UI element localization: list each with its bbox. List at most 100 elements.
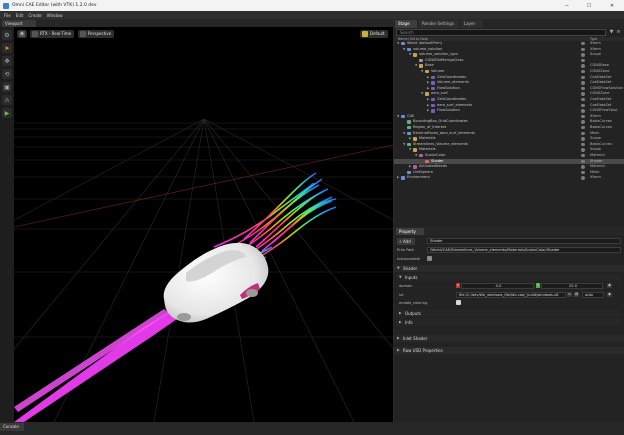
stage-search-input[interactable]: Search xyxy=(396,29,606,36)
tree-row[interactable]: ▼ Streamlines_Volume_elements BasisCurves xyxy=(394,142,624,147)
visibility-eye-icon[interactable] xyxy=(581,42,585,46)
visibility-eye-icon[interactable] xyxy=(581,126,585,130)
maximize-button[interactable]: ☐ xyxy=(578,0,600,11)
tree-row[interactable]: ▼ CAE Xform xyxy=(394,114,624,119)
tree-row[interactable]: ▼ volume_solution_vgrs Scope xyxy=(394,52,624,57)
inlet-shader-section-header[interactable]: ▶ Inlet Shader xyxy=(394,335,624,342)
filter-icon[interactable]: ▼ xyxy=(608,29,615,36)
folder-icon[interactable]: ▭ xyxy=(567,292,572,297)
visibility-eye-icon[interactable] xyxy=(581,98,585,102)
visibility-eye-icon[interactable] xyxy=(581,109,585,113)
expand-toggle-icon[interactable]: ▼ xyxy=(421,69,424,74)
minimize-button[interactable]: ─ xyxy=(556,0,578,11)
visibility-eye-icon[interactable] xyxy=(581,137,585,141)
outputs-section-header[interactable]: ▶ Outputs xyxy=(396,310,622,317)
tab-layer[interactable]: Layer xyxy=(461,20,483,28)
menu-window[interactable]: Window xyxy=(47,13,63,18)
tree-row[interactable]: CGNSFileMerrgeClass xyxy=(394,58,624,63)
tree-row[interactable]: ▼ Base CGNSBase xyxy=(394,63,624,68)
raw-usd-section-header[interactable]: ▶ Raw USD Properties xyxy=(394,347,624,354)
menu-file[interactable]: File xyxy=(4,13,11,18)
scale-tool-icon[interactable]: ▣ xyxy=(2,82,12,92)
visibility-eye-icon[interactable] xyxy=(581,165,585,169)
expand-toggle-icon[interactable]: ▶ xyxy=(409,136,412,141)
visibility-eye-icon[interactable] xyxy=(581,148,585,152)
tree-row[interactable]: ▶ aero_surf_elements CaeDataSet xyxy=(394,103,624,108)
visibility-eye-icon[interactable] xyxy=(581,142,585,147)
expand-toggle-icon[interactable]: ▼ xyxy=(403,131,406,136)
lut-reset-icon[interactable]: ◆ xyxy=(607,292,612,297)
viewport-settings-icon[interactable]: ⚙ xyxy=(17,30,27,38)
info-section-header[interactable]: ▶ Info xyxy=(396,319,622,326)
tree-row[interactable]: Shader Shader xyxy=(394,158,624,164)
expand-toggle-icon[interactable]: ▼ xyxy=(397,41,400,46)
expand-toggle-icon[interactable]: ▶ xyxy=(427,80,430,85)
expand-toggle-icon[interactable]: ▼ xyxy=(415,153,418,158)
expand-toggle-icon[interactable]: ▶ xyxy=(427,103,430,108)
tab-stage[interactable]: Stage xyxy=(395,20,417,28)
tree-row[interactable]: ▼ ScalarColor Material xyxy=(394,153,624,158)
expand-toggle-icon[interactable]: ▶ xyxy=(409,164,412,169)
visibility-eye-icon[interactable] xyxy=(581,131,585,135)
tree-row[interactable]: ▶ FlowSolution CGNSFlowSolution xyxy=(394,86,624,91)
open-file-icon[interactable]: ▤ xyxy=(574,292,579,297)
expand-toggle-icon[interactable]: ▼ xyxy=(415,63,418,68)
tree-row[interactable]: ▶ FlowSolution CGNSFlowSolut xyxy=(394,108,624,113)
visibility-eye-icon[interactable] xyxy=(581,47,585,51)
visibility-eye-icon[interactable] xyxy=(581,176,585,180)
menu-create[interactable]: Create xyxy=(28,13,41,18)
visibility-eye-icon[interactable] xyxy=(581,64,585,68)
viewport[interactable]: ⚙ RTX - Real-Time Perspective Default xyxy=(14,27,393,422)
light-menu[interactable]: Default xyxy=(360,30,388,38)
tree-row[interactable]: BoundingBox_GridCoordinates BasisCurves xyxy=(394,119,624,124)
visibility-eye-icon[interactable] xyxy=(581,114,585,119)
tree-row[interactable]: ▶ ActivatedSeeds Material xyxy=(394,164,624,169)
visibility-eye-icon[interactable] xyxy=(581,86,585,91)
rotate-tool-icon[interactable]: ⟲ xyxy=(2,69,12,79)
play-icon[interactable]: ▶ xyxy=(2,108,12,118)
expand-toggle-icon[interactable]: ▼ xyxy=(409,147,412,152)
visibility-eye-icon[interactable] xyxy=(581,58,585,63)
expand-toggle-icon[interactable]: ▼ xyxy=(403,47,406,52)
tree-row[interactable]: ▶ Materials Scope xyxy=(394,136,624,141)
inputs-section-header[interactable]: ▼ Inputs xyxy=(396,274,622,281)
tab-property[interactable]: Property xyxy=(396,228,424,235)
tree-row[interactable]: UnitSphere Mesh xyxy=(394,170,624,175)
tree-row[interactable]: ▼ ExternalFaces_aero_surf_elements Mesh xyxy=(394,131,624,136)
expand-toggle-icon[interactable]: ▶ xyxy=(427,108,430,113)
camera-menu[interactable]: Perspective xyxy=(78,30,115,38)
renderer-menu[interactable]: RTX - Real-Time xyxy=(30,30,75,38)
tab-render-settings[interactable]: Render Settings xyxy=(419,20,459,28)
tree-row[interactable]: Region_of_Interest BasisCurves xyxy=(394,125,624,130)
expand-toggle-icon[interactable]: ▼ xyxy=(409,52,412,57)
lut-path-field[interactable]: file:/C:/dev/tile_windows_file/ide-cae/_… xyxy=(456,292,566,298)
snap-tool-icon[interactable]: ∩ xyxy=(2,95,12,105)
visibility-eye-icon[interactable] xyxy=(581,154,585,158)
instanceable-checkbox[interactable] xyxy=(427,256,432,261)
shader-section-header[interactable]: ▼ Shader xyxy=(394,265,624,272)
add-button[interactable]: + Add xyxy=(397,238,415,245)
expand-toggle-icon[interactable]: ▶ xyxy=(427,75,430,80)
visibility-eye-icon[interactable] xyxy=(581,81,585,85)
expand-toggle-icon[interactable]: ▶ xyxy=(397,175,400,180)
visibility-eye-icon[interactable] xyxy=(581,70,585,74)
prim-path-field[interactable]: /World/CAE/Streamlines_Volume_elements/M… xyxy=(427,247,621,253)
visibility-eye-icon[interactable] xyxy=(581,92,585,96)
tab-viewport[interactable]: Viewport xyxy=(2,20,36,27)
tree-row[interactable]: ▼ Volume CGNSZone xyxy=(394,69,624,74)
options-icon[interactable]: ≡ xyxy=(615,29,622,36)
visibility-eye-icon[interactable] xyxy=(581,120,585,124)
tree-row[interactable]: ▶ Environment Xform xyxy=(394,175,624,180)
tree-row[interactable]: ▼ World (defaultPrim) Xform xyxy=(394,41,624,46)
visibility-eye-icon[interactable] xyxy=(581,103,585,107)
select-tool-icon[interactable]: ➤ xyxy=(2,43,12,53)
expand-toggle-icon[interactable]: ▼ xyxy=(421,91,424,96)
expand-toggle-icon[interactable]: ▶ xyxy=(427,97,430,102)
visibility-eye-icon[interactable] xyxy=(581,53,585,57)
close-button[interactable]: ✕ xyxy=(601,0,623,11)
tree-row[interactable]: ▼ aero_surf CGNSZone xyxy=(394,91,624,96)
tab-console[interactable]: Console xyxy=(0,423,24,431)
tree-row[interactable]: ▶ GridCoordinates CaeDataSet xyxy=(394,97,624,102)
visibility-eye-icon[interactable] xyxy=(581,170,585,175)
domain-reset-icon[interactable]: ◆ xyxy=(607,283,612,288)
